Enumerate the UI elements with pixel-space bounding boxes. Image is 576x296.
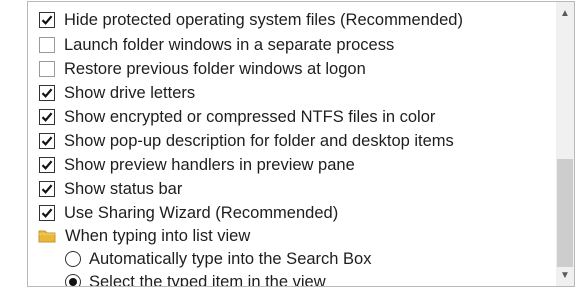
- setting-use-sharing-wizard[interactable]: Use Sharing Wizard (Recommended): [39, 201, 338, 225]
- setting-launch-separate-process[interactable]: Launch folder windows in a separate proc…: [39, 33, 394, 57]
- setting-show-preview-handlers[interactable]: Show preview handlers in preview pane: [39, 153, 355, 177]
- label-show-preview-handlers: Show preview handlers in preview pane: [64, 155, 355, 174]
- radio-select-typed-item[interactable]: [65, 274, 81, 286]
- checkmark-icon: [41, 112, 53, 122]
- setting-show-status-bar[interactable]: Show status bar: [39, 177, 182, 201]
- setting-restore-previous-windows[interactable]: Restore previous folder windows at logon: [39, 57, 366, 81]
- checkmark-icon: [41, 136, 53, 146]
- label-show-ntfs-color: Show encrypted or compressed NTFS files …: [64, 107, 436, 126]
- label-launch-separate-process: Launch folder windows in a separate proc…: [64, 35, 395, 54]
- checkmark-icon: [41, 184, 53, 194]
- advanced-settings-list[interactable]: Hide protected operating system files (R…: [27, 1, 575, 287]
- group-when-typing-list-view: When typing into list view: [38, 224, 250, 248]
- label-select-typed-item: Select the typed item in the view: [89, 272, 326, 287]
- radio-auto-type-search-box[interactable]: [65, 251, 81, 267]
- checkmark-icon: [41, 208, 53, 218]
- setting-show-popup-description[interactable]: Show pop-up description for folder and d…: [39, 129, 454, 153]
- setting-hide-protected-os-files[interactable]: Hide protected operating system files (R…: [39, 8, 463, 32]
- checkbox-show-popup-description[interactable]: [39, 133, 55, 149]
- checkbox-show-status-bar[interactable]: [39, 181, 55, 197]
- checkmark-icon: [41, 15, 53, 25]
- checkbox-restore-previous-windows[interactable]: [39, 61, 55, 77]
- label-show-status-bar: Show status bar: [64, 179, 183, 198]
- checkbox-show-ntfs-color[interactable]: [39, 109, 55, 125]
- checkbox-use-sharing-wizard[interactable]: [39, 205, 55, 221]
- checkbox-hide-protected-os-files[interactable]: [39, 12, 55, 28]
- label-when-typing-list-view: When typing into list view: [65, 226, 251, 245]
- label-show-drive-letters: Show drive letters: [64, 83, 196, 102]
- checkbox-launch-separate-process[interactable]: [39, 37, 55, 53]
- label-restore-previous-windows: Restore previous folder windows at logon: [64, 59, 366, 78]
- label-show-popup-description: Show pop-up description for folder and d…: [64, 131, 454, 150]
- scroll-up-arrow-icon[interactable]: ▲: [556, 4, 574, 22]
- checkmark-icon: [41, 88, 53, 98]
- label-hide-protected-os-files: Hide protected operating system files (R…: [64, 10, 463, 29]
- option-select-typed-item[interactable]: Select the typed item in the view: [65, 270, 326, 287]
- scrollbar-thumb[interactable]: [557, 159, 573, 267]
- label-auto-type-search-box: Automatically type into the Search Box: [89, 249, 372, 268]
- checkbox-show-preview-handlers[interactable]: [39, 157, 55, 173]
- checkmark-icon: [41, 160, 53, 170]
- scroll-down-arrow-icon[interactable]: ▼: [556, 266, 574, 284]
- setting-show-ntfs-color[interactable]: Show encrypted or compressed NTFS files …: [39, 105, 435, 129]
- setting-show-drive-letters[interactable]: Show drive letters: [39, 81, 195, 105]
- folder-icon: [38, 230, 56, 243]
- vertical-scrollbar[interactable]: ▲ ▼: [556, 2, 574, 286]
- label-use-sharing-wizard: Use Sharing Wizard (Recommended): [64, 203, 339, 222]
- checkbox-show-drive-letters[interactable]: [39, 85, 55, 101]
- option-auto-type-search-box[interactable]: Automatically type into the Search Box: [65, 247, 371, 271]
